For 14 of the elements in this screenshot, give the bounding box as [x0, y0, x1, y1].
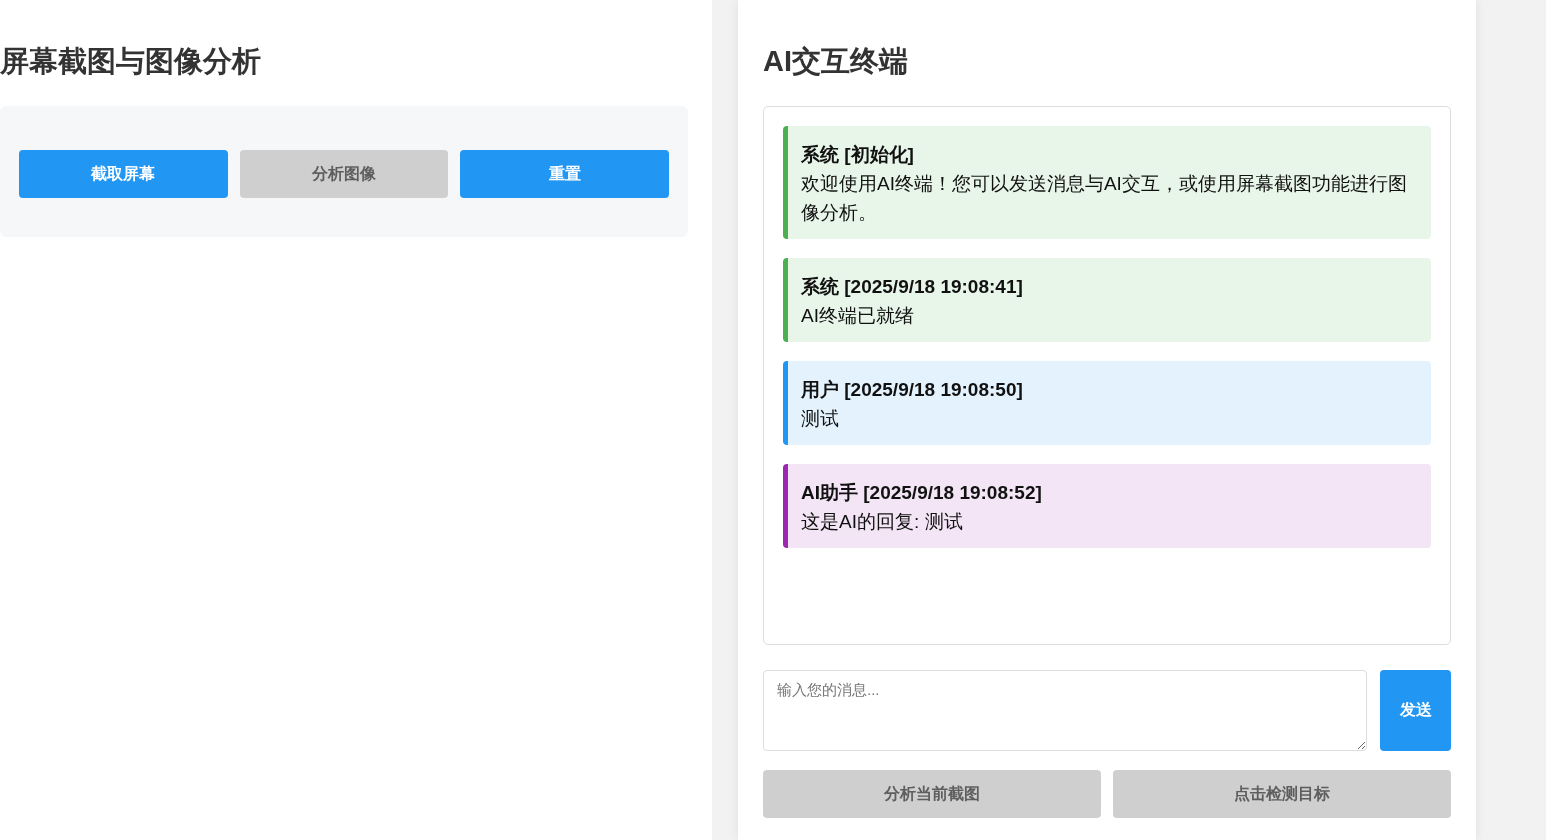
action-button[interactable]: 截取屏幕 — [19, 150, 228, 198]
message-input[interactable]: 输入您的消息... — [763, 670, 1367, 751]
message-text: 测试 — [801, 407, 840, 431]
action-button[interactable]: 重置 — [460, 150, 669, 198]
message-header: 用户 [2025/9/18 19:08:50] — [801, 378, 1024, 402]
panel-title: 屏幕截图与图像分析 — [0, 44, 262, 79]
message-header: AI助手 [2025/9/18 19:08:52] — [801, 481, 1043, 505]
message-header: 系统 [初始化] — [801, 143, 915, 167]
message-text: 这是AI的回复: 测试 — [801, 510, 964, 534]
send-button[interactable]: 发送 — [1380, 670, 1451, 751]
terminal-title: AI交互终端 — [763, 44, 909, 79]
message-header: 系统 [2025/9/18 19:08:41] — [801, 275, 1024, 299]
message-text: AI终端已就绪 — [801, 304, 915, 328]
message-text: 欢迎使用AI终端！您可以发送消息与AI交互，或使用屏幕截图功能进行图像分析。 — [801, 172, 1408, 225]
